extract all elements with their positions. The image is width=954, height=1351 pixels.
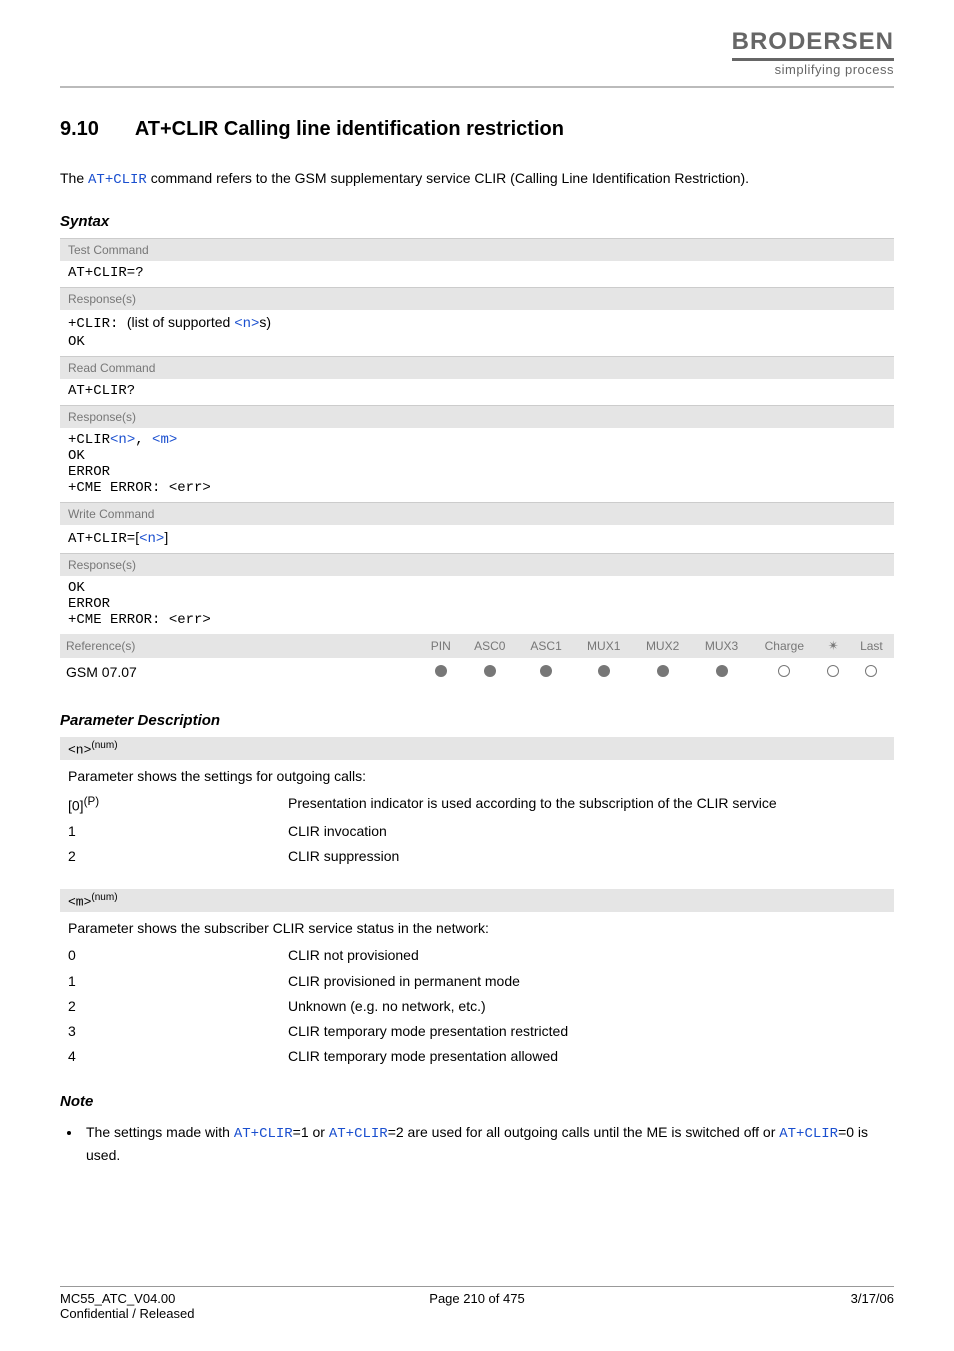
ref-col: ✴ — [818, 634, 849, 658]
atclir-link[interactable]: AT+CLIR — [234, 1126, 293, 1142]
footer-date: 3/17/06 — [616, 1291, 894, 1321]
footer-doc: MC55_ATC_V04.00 — [60, 1291, 338, 1306]
ref-col: Last — [849, 634, 894, 658]
brand-logo: BRODERSEN simplifying process — [732, 28, 894, 77]
param-value-row: 0 CLIR not provisioned — [68, 943, 886, 968]
read-response: +CLIR<n>, <m> OK ERROR +CME ERROR: <err> — [60, 428, 894, 503]
responses-header: Response(s) — [60, 287, 894, 310]
ref-col: ASC0 — [462, 634, 518, 658]
footer-page: Page 210 of 475 — [338, 1291, 616, 1321]
responses-header: Response(s) — [60, 553, 894, 576]
dot-icon — [716, 665, 728, 677]
dot-icon — [657, 665, 669, 677]
section-number: 9.10 — [60, 118, 130, 141]
ref-col: MUX1 — [574, 634, 633, 658]
dot-icon — [484, 665, 496, 677]
test-command: AT+CLIR=? — [60, 261, 894, 288]
ref-col: MUX2 — [633, 634, 692, 658]
param-value-row: 1 CLIR invocation — [68, 819, 886, 844]
param-value-row: 1 CLIR provisioned in permanent mode — [68, 969, 886, 994]
test-response: +CLIR: (list of supported <n>s) OK — [60, 310, 894, 357]
footer-confidential: Confidential / Released — [60, 1306, 338, 1321]
param-value-row: 3 CLIR temporary mode presentation restr… — [68, 1019, 886, 1044]
param-n-link[interactable]: <n> — [139, 531, 164, 547]
test-command-header: Test Command — [60, 238, 894, 261]
dot-icon — [865, 665, 877, 677]
param-n-values: [0](P) Presentation indicator is used ac… — [60, 791, 894, 875]
param-value-row: 4 CLIR temporary mode presentation allow… — [68, 1044, 886, 1069]
ref-col: ASC1 — [518, 634, 574, 658]
responses-header: Response(s) — [60, 405, 894, 428]
param-value-row: 2 CLIR suppression — [68, 844, 886, 869]
ref-col: MUX3 — [692, 634, 751, 658]
param-m-header: <m>(num) — [60, 889, 894, 912]
param-n-link[interactable]: <n> — [234, 316, 259, 332]
section-heading: 9.10 AT+CLIR Calling line identification… — [60, 118, 894, 141]
dot-icon — [598, 665, 610, 677]
read-command-header: Read Command — [60, 356, 894, 379]
write-response: OK ERROR +CME ERROR: <err> — [60, 576, 894, 634]
header-rule — [60, 86, 894, 88]
param-value-row: 2 Unknown (e.g. no network, etc.) — [68, 994, 886, 1019]
atclir-link[interactable]: AT+CLIR — [88, 172, 147, 188]
dot-icon — [778, 665, 790, 677]
ref-col: PIN — [420, 634, 462, 658]
dot-icon — [827, 665, 839, 677]
dot-icon — [435, 665, 447, 677]
atclir-link[interactable]: AT+CLIR — [329, 1126, 388, 1142]
ref-col: Charge — [751, 634, 818, 658]
note-item: The settings made with AT+CLIR=1 or AT+C… — [82, 1122, 894, 1166]
param-value-row: [0](P) Presentation indicator is used ac… — [68, 791, 886, 819]
read-command: AT+CLIR? — [60, 379, 894, 406]
param-n-desc: Parameter shows the settings for outgoin… — [60, 760, 894, 791]
param-n-link[interactable]: <n> — [110, 432, 135, 448]
section-title-text: AT+CLIR Calling line identification rest… — [135, 118, 564, 140]
syntax-heading: Syntax — [60, 213, 894, 230]
reference-name: GSM 07.07 — [60, 658, 420, 686]
brand-divider — [732, 58, 894, 61]
references-label: Reference(s) — [60, 634, 420, 658]
write-command-header: Write Command — [60, 502, 894, 525]
dot-icon — [540, 665, 552, 677]
page-footer: MC55_ATC_V04.00 Confidential / Released … — [60, 1286, 894, 1321]
intro-paragraph: The AT+CLIR command refers to the GSM su… — [60, 169, 894, 191]
reference-table: Reference(s) PIN ASC0 ASC1 MUX1 MUX2 MUX… — [60, 634, 894, 686]
asterisk-icon: ✴ — [828, 638, 839, 653]
brand-tagline: simplifying process — [732, 62, 894, 77]
note-list: The settings made with AT+CLIR=1 or AT+C… — [60, 1118, 894, 1166]
param-m-desc: Parameter shows the subscriber CLIR serv… — [60, 912, 894, 943]
syntax-table: Test Command AT+CLIR=? Response(s) +CLIR… — [60, 238, 894, 634]
brand-name: BRODERSEN — [732, 28, 894, 56]
atclir-link[interactable]: AT+CLIR — [779, 1126, 838, 1142]
param-desc-heading: Parameter Description — [60, 712, 894, 729]
note-heading: Note — [60, 1093, 894, 1110]
param-n-header: <n>(num) — [60, 737, 894, 760]
footer-rule — [60, 1286, 894, 1287]
param-m-values: 0 CLIR not provisioned 1 CLIR provisione… — [60, 943, 894, 1075]
write-command: AT+CLIR=[<n>] — [60, 525, 894, 554]
param-m-link[interactable]: <m> — [152, 432, 177, 448]
